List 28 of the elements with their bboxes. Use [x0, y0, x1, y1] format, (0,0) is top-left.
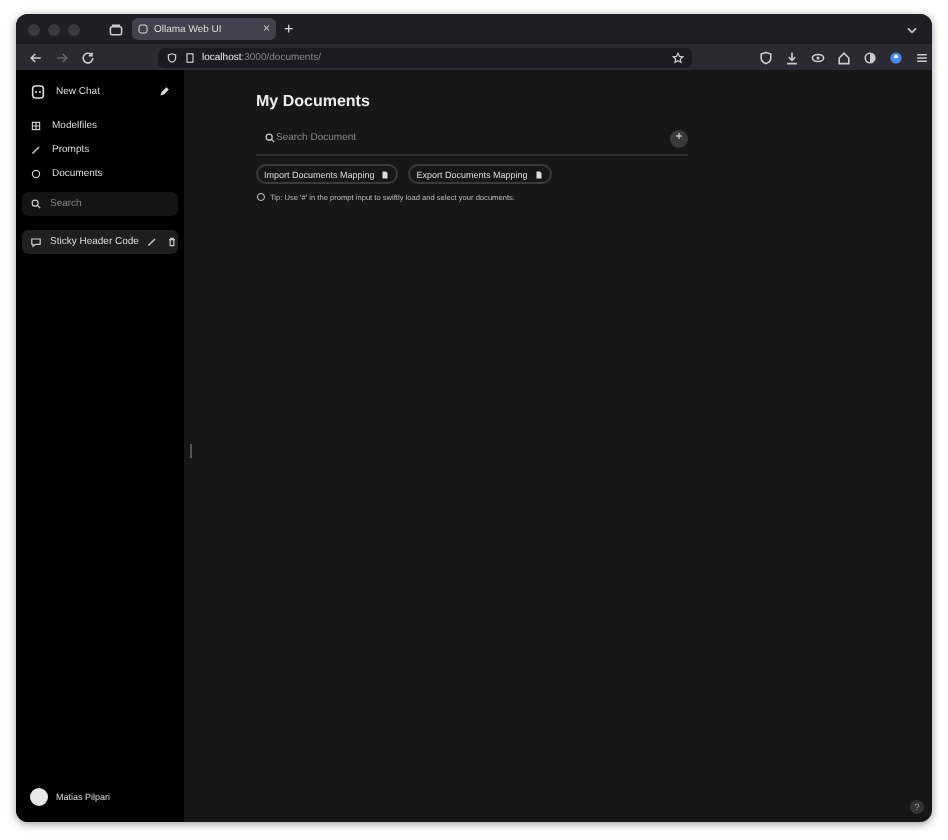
avatar-icon: [30, 788, 48, 806]
menu-icon[interactable]: [914, 49, 930, 65]
star-icon[interactable]: [672, 51, 684, 63]
page-title: My Documents: [256, 92, 372, 110]
pencil-icon[interactable]: [146, 236, 159, 248]
file-icon: [380, 169, 391, 179]
search-icon: [264, 132, 276, 144]
info-icon: [256, 192, 266, 202]
forward-icon[interactable]: [54, 49, 70, 65]
edit-icon: [158, 86, 170, 98]
tab-list-icon[interactable]: [108, 21, 124, 37]
account-icon[interactable]: [888, 49, 904, 65]
grid-icon: [30, 120, 42, 132]
shield-icon: [166, 51, 178, 63]
trash-icon[interactable]: [166, 236, 179, 248]
home-icon[interactable]: [836, 49, 852, 65]
chat-bubble-icon: [30, 236, 42, 248]
reload-icon[interactable]: [80, 49, 96, 65]
eye-icon[interactable]: [810, 49, 826, 65]
contrast-icon[interactable]: [862, 49, 878, 65]
page-icon: [184, 51, 196, 63]
shield-icon[interactable]: [758, 49, 774, 65]
sidebar-handle[interactable]: [190, 444, 192, 458]
back-icon[interactable]: [28, 49, 44, 65]
file-icon: [533, 169, 544, 179]
download-icon[interactable]: [784, 49, 800, 65]
new-tab-button[interactable]: +: [284, 20, 294, 38]
pencil-icon: [30, 144, 42, 156]
